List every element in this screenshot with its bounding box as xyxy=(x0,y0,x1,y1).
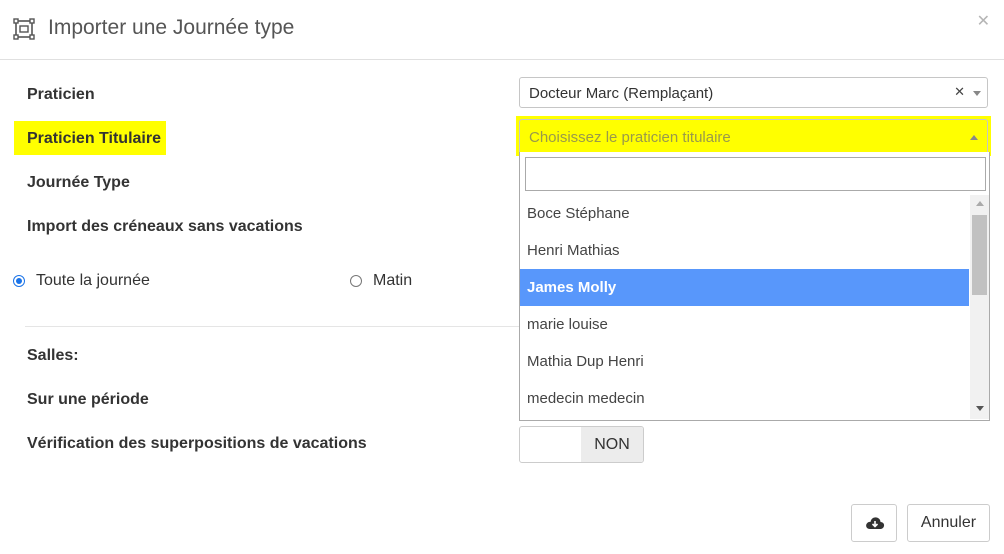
modal-title: Importer une Journée type xyxy=(48,16,295,39)
titulaire-select-box[interactable]: Choisissez le praticien titulaire xyxy=(519,119,988,153)
dropdown-option-highlighted[interactable]: James Molly xyxy=(520,269,969,306)
cloud-download-icon xyxy=(866,517,885,529)
verification-toggle[interactable]: NON xyxy=(519,426,644,463)
toggle-off-label: NON xyxy=(581,427,643,462)
import-creneaux-label: Import des créneaux sans vacations xyxy=(27,218,303,235)
clear-selection-icon[interactable]: ✕ xyxy=(954,84,965,100)
periode-label: Sur une période xyxy=(27,391,149,408)
dropdown-option[interactable]: Boce Stéphane xyxy=(520,195,969,232)
import-button[interactable] xyxy=(851,504,897,542)
titulaire-select[interactable]: Choisissez le praticien titulaire xyxy=(516,116,991,156)
chevron-up-icon xyxy=(970,135,978,140)
dropdown-option[interactable]: medecin medecin xyxy=(520,380,969,417)
close-icon[interactable]: ✕ xyxy=(977,11,990,31)
titulaire-label: Praticien Titulaire xyxy=(27,130,161,147)
import-template-icon xyxy=(13,18,35,40)
radio-toute-journee-label: Toute la journée xyxy=(36,272,150,289)
scroll-up-icon[interactable] xyxy=(976,201,984,206)
dropdown-options: Boce Stéphane Henri Mathias James Molly … xyxy=(520,195,969,417)
section-divider xyxy=(25,326,519,327)
praticien-selected-value: Docteur Marc (Remplaçant) xyxy=(529,85,714,102)
dropdown-option[interactable]: Mathia Dup Henri xyxy=(520,343,969,380)
chevron-down-icon xyxy=(973,91,981,96)
radio-checked-icon[interactable] xyxy=(13,275,25,287)
verification-label: Vérification des superpositions de vacat… xyxy=(27,435,367,452)
radio-unchecked-icon[interactable] xyxy=(350,275,362,287)
cancel-button[interactable]: Annuler xyxy=(907,504,990,542)
journee-type-label: Journée Type xyxy=(27,174,130,191)
praticien-select[interactable]: Docteur Marc (Remplaçant) ✕ xyxy=(519,77,988,108)
titulaire-placeholder: Choisissez le praticien titulaire xyxy=(529,129,731,146)
radio-matin-label: Matin xyxy=(373,272,413,289)
dropdown-scrollbar[interactable] xyxy=(970,195,989,419)
scroll-down-icon[interactable] xyxy=(976,406,984,411)
scrollbar-thumb[interactable] xyxy=(972,215,987,295)
dropdown-option[interactable]: Henri Mathias xyxy=(520,232,969,269)
dropdown-search-input[interactable] xyxy=(525,157,986,191)
praticien-label: Praticien xyxy=(27,86,95,103)
titulaire-dropdown: Boce Stéphane Henri Mathias James Molly … xyxy=(519,152,990,421)
salles-label: Salles: xyxy=(27,347,79,364)
dropdown-option[interactable]: marie louise xyxy=(520,306,969,343)
modal-header: Importer une Journée type ✕ xyxy=(0,0,1004,60)
